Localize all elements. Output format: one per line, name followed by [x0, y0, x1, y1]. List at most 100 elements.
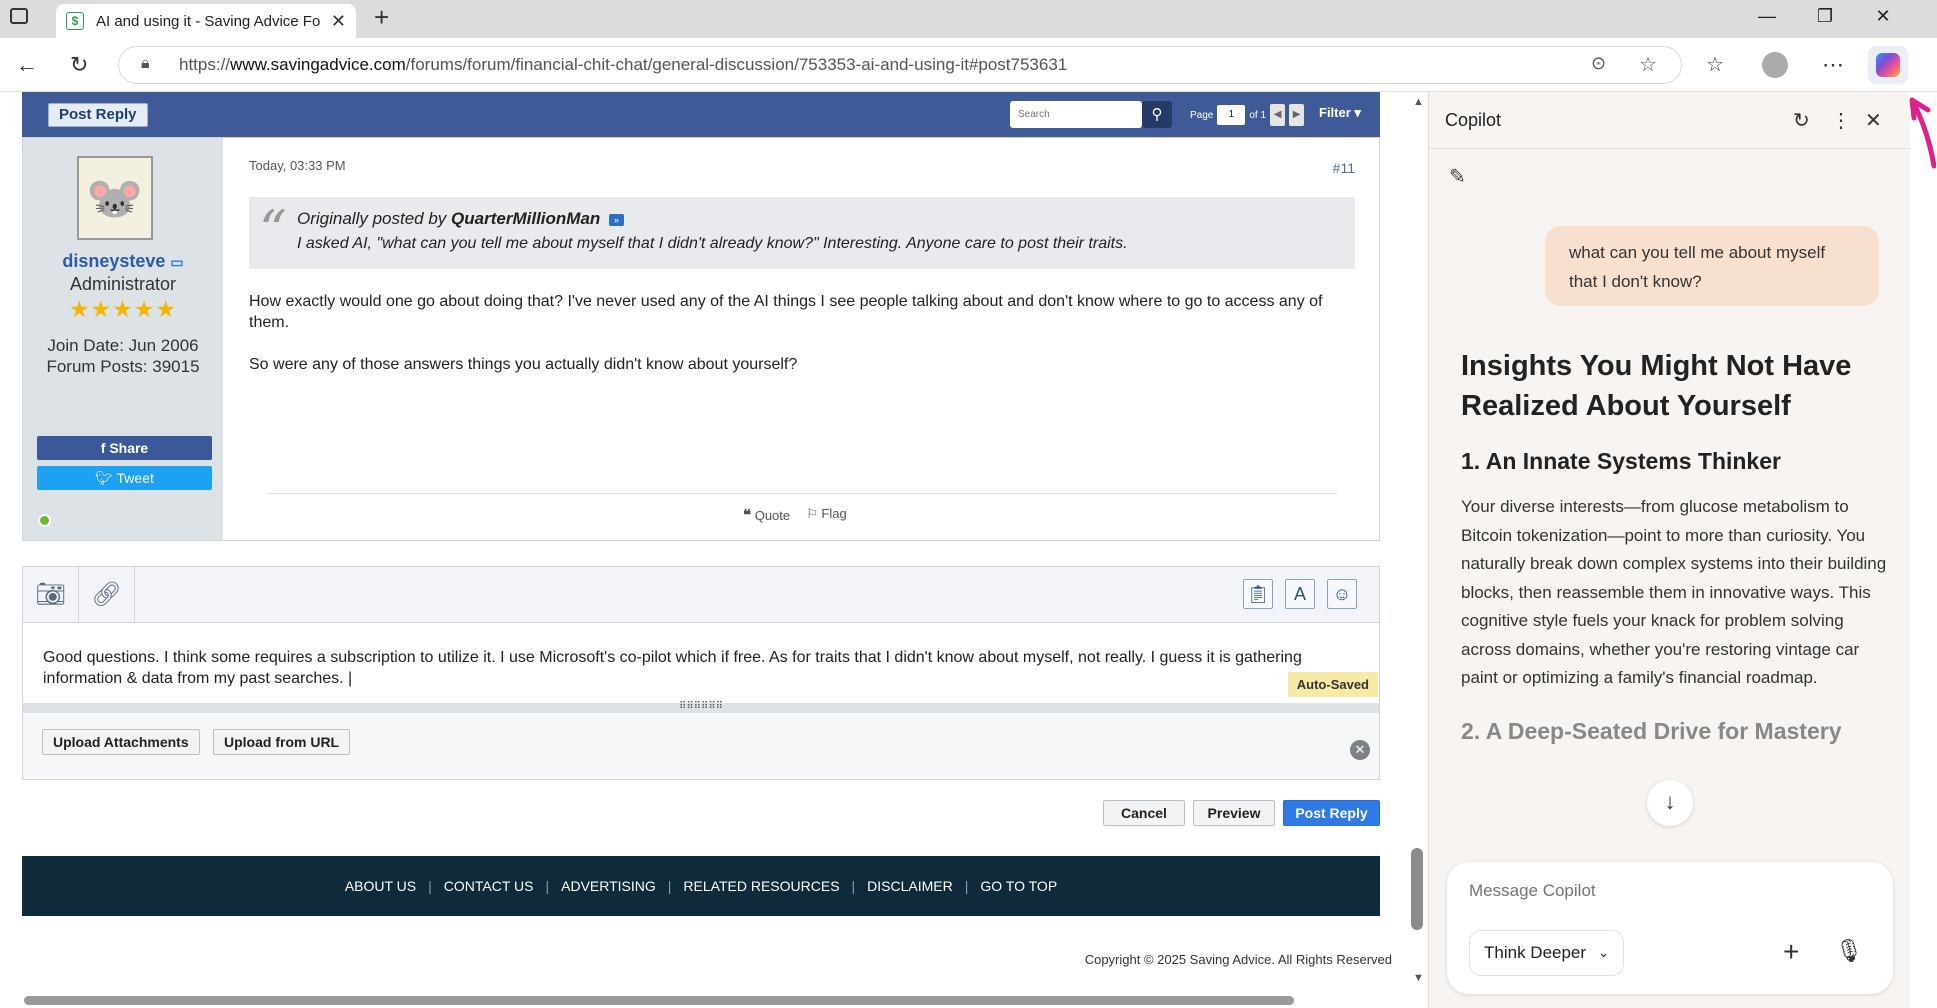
minimize-button[interactable]: —: [1752, 6, 1782, 27]
page-label: Page: [1190, 109, 1214, 121]
message-input[interactable]: [1457, 876, 1877, 906]
quote-label: Quote: [754, 508, 791, 523]
tab-bar: $ AI and using it - Saving Advice Fo ✕ +…: [0, 0, 1937, 38]
close-icon[interactable]: ✕: [1350, 740, 1370, 760]
online-status-icon: [38, 514, 51, 527]
mode-selector[interactable]: Think Deeper ⌄: [1469, 930, 1624, 976]
scroll-down-icon[interactable]: ↓: [1647, 780, 1693, 826]
more-options-icon[interactable]: ⋮: [1831, 108, 1851, 133]
next-page-icon[interactable]: ▶: [1289, 104, 1305, 126]
quote-block: “ Originally posted by QuarterMillionMan…: [249, 197, 1355, 269]
filter-button[interactable]: Filter ▾: [1319, 105, 1361, 121]
post-actions: ❝ Quote ⚐ Flag: [743, 506, 847, 524]
flag-icon: ⚐: [806, 506, 818, 521]
forum-search-input[interactable]: [1010, 101, 1142, 128]
quote-action[interactable]: ❝ Quote: [743, 506, 790, 524]
rank-stars: ★★★★★: [68, 296, 178, 322]
footer-link-about[interactable]: ABOUT US: [333, 878, 428, 894]
upload-url-button[interactable]: Upload from URL: [213, 729, 351, 755]
quote-mark-icon: “: [259, 199, 287, 262]
flag-action[interactable]: ⚐ Flag: [806, 506, 847, 524]
prev-page-icon[interactable]: ◀: [1270, 104, 1286, 126]
tab-actions-icon[interactable]: [10, 8, 28, 24]
tab-close-icon[interactable]: ✕: [331, 11, 346, 32]
quote-author: QuarterMillionMan: [451, 209, 601, 228]
footer-link-top[interactable]: GO TO TOP: [968, 878, 1069, 894]
divider: [1429, 148, 1911, 149]
microphone-icon[interactable]: 🎙︎: [1835, 938, 1863, 964]
post-paragraph: So were any of those answers things you …: [249, 356, 798, 373]
user-info-panel: 🐭 disneysteve ▭ Administrator ★★★★★ Join…: [23, 138, 223, 540]
avatar[interactable]: 🐭: [77, 156, 153, 240]
share-label: Share: [109, 440, 149, 456]
clipboard-icon[interactable]: 📋︎: [1243, 579, 1273, 609]
message-icon[interactable]: ▭: [170, 254, 183, 270]
refresh-icon[interactable]: ↻: [1793, 108, 1810, 133]
response-title: Insights You Might Not Have Realized Abo…: [1461, 350, 1852, 422]
post-paragraph: How exactly would one go about doing tha…: [249, 293, 1323, 331]
reply-textarea[interactable]: Good questions. I think some requires a …: [43, 647, 1363, 689]
new-chat-icon[interactable]: ✎: [1449, 164, 1466, 189]
resize-handle[interactable]: ⠿⠿⠿⠿⠿⠿: [23, 702, 1379, 713]
annotation-arrow-icon: [1909, 97, 1936, 169]
new-tab-button[interactable]: +: [374, 2, 389, 33]
back-icon[interactable]: ←: [16, 52, 38, 78]
refresh-icon[interactable]: ↻: [70, 52, 88, 78]
scroll-down-icon[interactable]: ▼: [1413, 972, 1424, 984]
upload-attachments-button[interactable]: Upload Attachments: [42, 729, 200, 755]
lock-icon[interactable]: 🔒︎: [141, 55, 150, 73]
tweet-label: Tweet: [116, 470, 154, 486]
url-path: /forums/forum/financial-chit-chat/genera…: [405, 55, 1068, 74]
quote-prefix: Originally posted by: [297, 209, 447, 228]
page-input[interactable]: 1: [1217, 105, 1246, 125]
post-reply-button[interactable]: Post Reply: [1283, 800, 1380, 826]
response-heading: 1. An Innate Systems Thinker: [1461, 448, 1781, 474]
footer-link-contact[interactable]: CONTACT US: [432, 878, 546, 894]
link-icon[interactable]: 🔗︎: [79, 567, 135, 622]
tweet-button[interactable]: 🐦︎ Tweet: [37, 466, 212, 490]
quote-icon: ❝: [743, 507, 752, 524]
camera-icon[interactable]: 📷︎: [23, 567, 79, 622]
close-icon[interactable]: ✕: [1865, 108, 1882, 133]
horizontal-scrollbar-thumb[interactable]: [24, 996, 1294, 1005]
post-text: How exactly would one go about doing tha…: [249, 291, 1359, 396]
preview-button[interactable]: Preview: [1193, 800, 1275, 826]
site-footer: ABOUT US | CONTACT US | ADVERTISING | RELAT…: [22, 856, 1380, 916]
response-paragraph: Your diverse interests—from glucose meta…: [1461, 497, 1887, 687]
facebook-share-button[interactable]: f Share: [37, 436, 212, 460]
username-link[interactable]: disneysteve ▭: [23, 251, 223, 272]
footer-link-advertising[interactable]: ADVERTISING: [549, 878, 668, 894]
url-field[interactable]: 🔒︎ https://www.savingadvice.com/forums/f…: [118, 46, 1682, 84]
quote-text: I asked AI, "what can you tell me about …: [297, 235, 1128, 252]
forum-posts: Forum Posts: 39015: [46, 357, 200, 376]
footer-link-resources[interactable]: RELATED RESOURCES: [671, 878, 851, 894]
forum-toolbar: Post Reply ⚲ Page 1 of 1 ◀ ▶ Filter ▾: [22, 92, 1380, 137]
footer-link-disclaimer[interactable]: DISCLAIMER: [855, 878, 965, 894]
copilot-input-box: Think Deeper ⌄ + 🎙︎: [1447, 862, 1893, 994]
editor-toolbar: 📷︎ 🔗︎ 📋︎ A ☺: [23, 567, 1379, 623]
post-number-link[interactable]: #11: [1333, 160, 1355, 176]
more-options-icon[interactable]: ⋯: [1822, 52, 1844, 78]
join-date: Join Date: Jun 2006: [47, 336, 199, 355]
scrollbar-thumb[interactable]: [1411, 848, 1423, 930]
chevron-down-icon: ▾: [1354, 105, 1361, 120]
view-post-icon[interactable]: »: [609, 213, 625, 226]
add-icon[interactable]: +: [1783, 936, 1799, 968]
copilot-icon[interactable]: [1868, 46, 1908, 84]
search-icon[interactable]: ⚲: [1142, 101, 1172, 128]
copilot-title: Copilot: [1445, 110, 1502, 130]
window-close-button[interactable]: ✕: [1868, 6, 1898, 27]
maximize-button[interactable]: ❐: [1810, 6, 1840, 27]
browser-tab[interactable]: $ AI and using it - Saving Advice Fo ✕: [56, 4, 356, 38]
post-reply-top-button[interactable]: Post Reply: [48, 103, 148, 127]
reading-icon[interactable]: ⊙: [1591, 53, 1606, 74]
favorite-star-icon[interactable]: ☆: [1639, 52, 1657, 77]
cancel-button[interactable]: Cancel: [1103, 800, 1185, 826]
favorites-icon[interactable]: ☆: [1706, 52, 1724, 77]
username: disneysteve: [62, 251, 166, 271]
profile-avatar-icon[interactable]: [1762, 52, 1788, 78]
pagination: Page 1 of 1 ◀ ▶: [1190, 103, 1305, 127]
emoji-icon[interactable]: ☺: [1327, 579, 1357, 609]
scroll-up-icon[interactable]: ▲: [1413, 96, 1424, 108]
font-icon[interactable]: A: [1285, 579, 1315, 609]
